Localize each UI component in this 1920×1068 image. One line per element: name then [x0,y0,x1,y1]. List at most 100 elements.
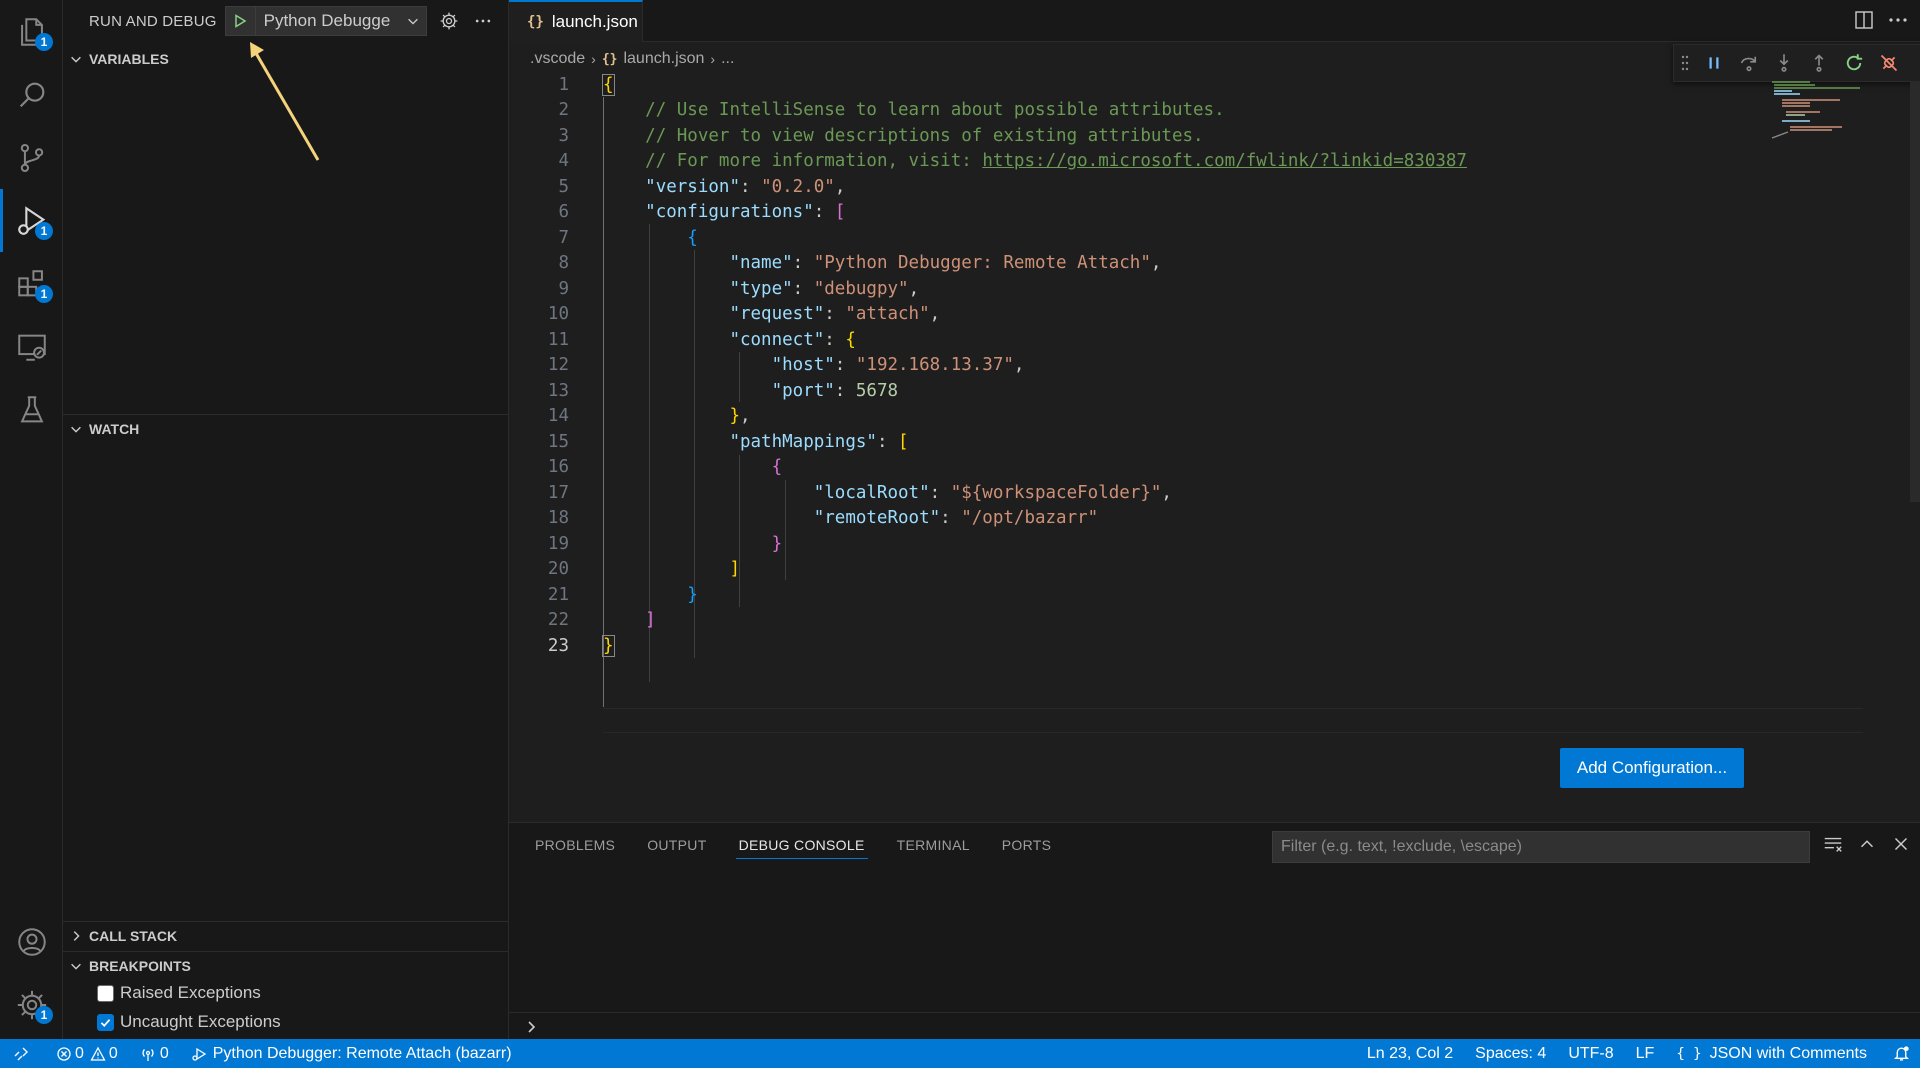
breadcrumb-file[interactable]: launch.json [623,50,704,68]
activity-accounts[interactable] [0,910,63,973]
start-debugging-button[interactable] [226,7,256,35]
disconnect-icon [1880,54,1897,72]
breadcrumb-more[interactable]: ... [721,50,734,68]
indentation[interactable]: Spaces: 4 [1475,1045,1546,1063]
editor-tab-bar: {} launch.json [509,0,1920,42]
problems-status[interactable]: 0 0 [56,1045,118,1063]
clear-console-icon[interactable] [1822,833,1844,855]
end-of-line[interactable]: LF [1636,1045,1655,1063]
step-over-icon [1740,56,1756,72]
ports-count: 0 [159,1044,169,1062]
minimap[interactable] [1770,80,1880,140]
code-line: 23} [547,634,615,657]
tab-terminal[interactable]: TERMINAL [897,823,970,867]
error-count: 0 [75,1044,84,1062]
explorer-badge: 1 [35,33,53,51]
split-editor-icon[interactable] [1852,8,1876,32]
bottom-panel: PROBLEMS OUTPUT DEBUG CONSOLE TERMINAL P… [509,822,1920,1039]
debug-badge: 1 [35,222,53,240]
cursor-position[interactable]: Ln 23, Col 2 [1367,1045,1453,1063]
json-file-icon: {} [601,51,618,67]
remote-icon [14,1047,28,1060]
panel-tabs: PROBLEMS OUTPUT DEBUG CONSOLE TERMINAL P… [509,823,1057,867]
code-line: 12 "host": "192.168.13.37", [547,355,1025,376]
code-line: 18 "remoteRoot": "/opt/bazarr" [547,508,1099,529]
broadcast-icon [142,1048,154,1061]
code-line: 15 "pathMappings": [ [547,431,909,452]
open-launch-json-button[interactable] [435,7,463,35]
breakpoints-title: BREAKPOINTS [89,957,191,974]
debug-console-input[interactable] [509,1012,1920,1040]
add-configuration-button[interactable]: Add Configuration... [1560,748,1744,788]
ports-status[interactable]: 0 [140,1045,169,1063]
code-line: 9 "type": "debugpy", [558,278,920,299]
breakpoint-label: Raised Exceptions [120,983,261,1002]
chevron-down-icon[interactable] [406,14,420,28]
source-control-icon [20,143,43,172]
tab-debug-console[interactable]: DEBUG CONSOLE [735,823,868,867]
launch-config-select[interactable]: Python Debugge [264,11,404,31]
activity-source-control[interactable] [0,126,63,189]
tab-launch-json[interactable]: {} launch.json [509,0,643,42]
panel-actions [1822,833,1912,855]
gripper-icon [1681,55,1689,71]
uncaught-exceptions-checkbox[interactable] [97,1013,114,1031]
json-file-icon: {} [527,14,544,30]
code-line: 6 "configurations": [ [558,202,846,223]
play-icon [235,14,247,28]
status-bar: 0 0 0 Python Debugger: Remote Attach (ba… [0,1039,1920,1068]
call-stack-section-header[interactable]: CALL STACK [63,921,509,949]
encoding[interactable]: UTF-8 [1568,1045,1613,1063]
breakpoint-raised-exceptions[interactable]: Raised Exceptions [97,979,261,1007]
beaker-icon [20,395,43,422]
code-line: 7 { [558,227,698,248]
breadcrumb: .vscode › {} launch.json › ... [530,47,734,71]
braces-icon: { } [1676,1045,1702,1062]
chevron-right-icon [73,930,80,941]
debug-alt-icon [192,1047,206,1061]
remote-indicator[interactable] [0,1039,42,1068]
language-mode[interactable]: { } JSON with Comments [1676,1045,1867,1063]
docs-link[interactable]: https://go.microsoft.com/fwlink/?linkid=… [982,151,1467,171]
step-into-icon [1779,54,1788,72]
manage-badge: 1 [35,1006,53,1024]
notifications[interactable] [1893,1045,1910,1062]
raised-exceptions-checkbox[interactable] [97,984,114,1002]
breakpoints-section-header[interactable]: BREAKPOINTS [63,951,509,979]
code-editor[interactable]: 1{ 2 // Use IntelliSense to learn about … [509,72,1909,812]
code-line: 10 "request": "attach", [547,304,941,325]
breadcrumb-folder[interactable]: .vscode [530,50,585,68]
chevron-right-icon: › [591,51,596,67]
tab-problems[interactable]: PROBLEMS [535,823,615,867]
chevron-down-icon [71,963,81,970]
chevron-right-icon: › [710,51,716,67]
debug-console-filter-input[interactable]: Filter (e.g. text, !exclude, \escape) [1272,831,1810,863]
debug-session-label: Python Debugger: Remote Attach (bazarr) [212,1044,512,1062]
error-icon [57,1046,71,1061]
watch-section-header[interactable]: WATCH [63,414,509,442]
tab-output[interactable]: OUTPUT [647,823,706,867]
activity-search[interactable] [0,63,63,126]
activity-manage[interactable]: 1 [0,973,63,1036]
more-actions-button[interactable] [469,7,497,35]
ellipsis-icon[interactable] [1886,8,1910,32]
breakpoint-label: Uncaught Exceptions [120,1012,281,1031]
step-out-icon [1814,54,1823,72]
breakpoint-uncaught-exceptions[interactable]: Uncaught Exceptions [97,1008,281,1036]
maximize-panel-icon[interactable] [1856,833,1878,855]
ellipsis-icon [475,19,490,23]
activity-testing[interactable] [0,378,63,441]
chevron-down-icon [71,56,81,63]
code-line: 11 "connect": { [547,329,856,350]
activity-explorer[interactable]: 1 [0,0,63,63]
activity-remote-explorer[interactable] [0,315,63,378]
tab-ports[interactable]: PORTS [1002,823,1051,867]
code-line: 5 "version": "0.2.0", [558,176,846,197]
close-icon[interactable] [1890,833,1912,855]
code-line: 4 // For more information, visit: https:… [558,151,1467,172]
editor-scrollbar[interactable] [1910,82,1920,502]
activity-run-and-debug[interactable]: 1 [0,189,63,252]
debug-session-status[interactable]: Python Debugger: Remote Attach (bazarr) [191,1045,512,1063]
watch-title: WATCH [89,420,140,437]
activity-extensions[interactable]: 1 [0,252,63,315]
